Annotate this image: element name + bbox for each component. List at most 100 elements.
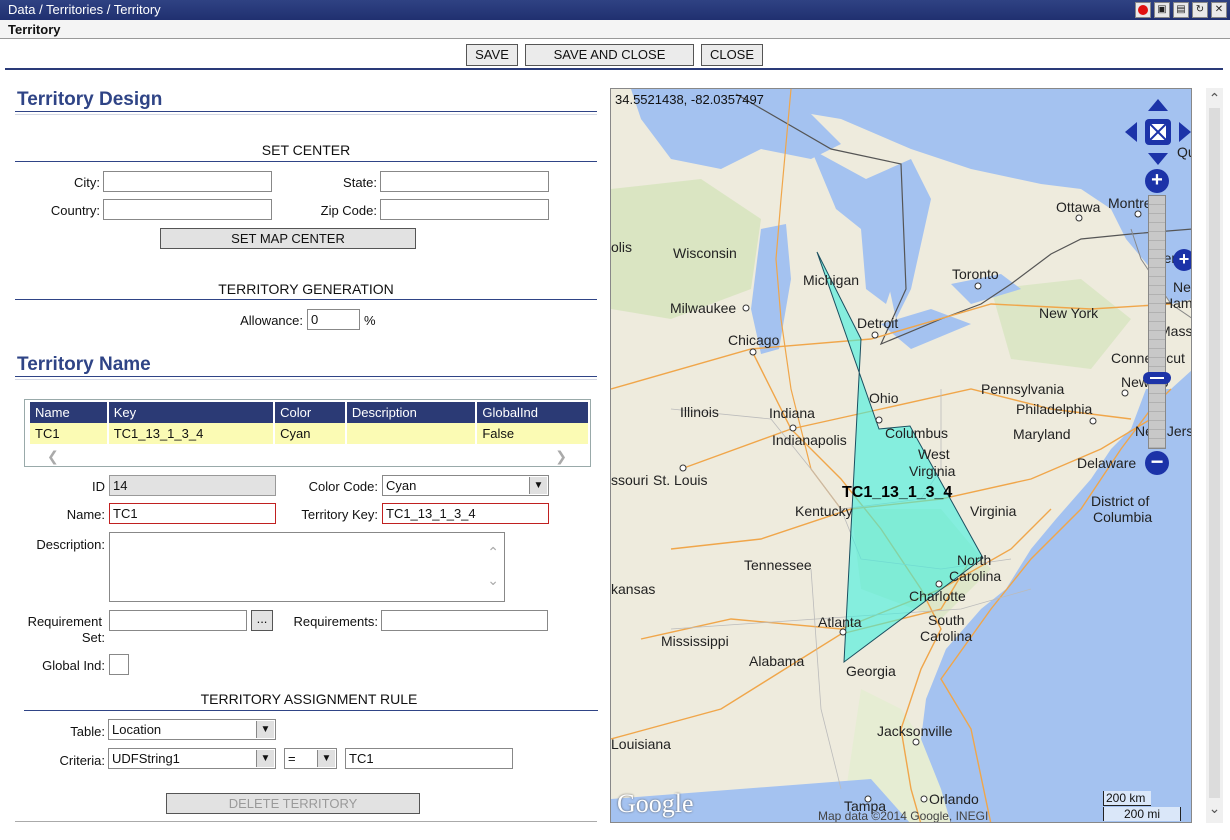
requirements-label: Requirements:	[293, 614, 378, 629]
territory-grid: Name Key Color Description GlobalInd TC1…	[24, 399, 591, 467]
criteria-value-input[interactable]: TC1	[345, 748, 513, 769]
chevron-down-icon[interactable]: ▼	[529, 477, 547, 494]
save-and-close-button[interactable]: SAVE AND CLOSE	[525, 44, 694, 66]
set-map-center-button[interactable]: SET MAP CENTER	[160, 228, 416, 249]
zoom-slider-track[interactable]	[1148, 195, 1166, 449]
coordinate-readout: 34.5521438, -82.0357497	[615, 92, 764, 107]
pan-down-icon	[1148, 153, 1168, 165]
column-header-key[interactable]: Key	[108, 402, 274, 423]
map-label: Mississippi	[661, 633, 729, 649]
close-icon[interactable]: ✕	[1211, 2, 1227, 18]
divider	[15, 299, 597, 300]
zip-code-label: Zip Code:	[320, 203, 377, 218]
allowance-input[interactable]: 0	[307, 309, 360, 330]
expand-icon[interactable]: +	[1173, 249, 1191, 271]
map-label: Ohio	[869, 390, 899, 406]
scale-km: 200 km	[1103, 791, 1151, 806]
chevron-down-icon[interactable]: ⌄	[1206, 800, 1223, 817]
cell-key: TC1_13_1_3_4	[108, 423, 274, 444]
column-header-globalind[interactable]: GlobalInd	[477, 402, 588, 423]
country-label: Country:	[50, 203, 100, 218]
map-label: ssouri	[611, 472, 649, 488]
name-label: Name:	[66, 507, 105, 522]
delete-territory-button[interactable]: DELETE TERRITORY	[166, 793, 420, 814]
map-label: Ottawa	[1056, 199, 1101, 215]
city-input[interactable]	[103, 171, 272, 192]
chevron-down-icon[interactable]: ⌄	[487, 571, 499, 590]
color-code-label: Color Code:	[308, 479, 378, 494]
divider	[15, 114, 597, 115]
territory-map[interactable]: Wisconsin Michigan Milwaukee Chicago Det…	[610, 88, 1192, 823]
close-button[interactable]: CLOSE	[701, 44, 763, 66]
cell-color: Cyan	[275, 423, 345, 444]
requirements-input[interactable]	[381, 610, 548, 631]
table-row[interactable]: TC1 TC1_13_1_3_4 Cyan False	[30, 423, 588, 444]
chevron-left-icon[interactable]: ❮	[47, 448, 59, 465]
record-icon[interactable]	[1135, 2, 1151, 18]
zip-code-input[interactable]	[380, 199, 549, 220]
state-label: State:	[343, 175, 377, 190]
map-label: Delaware	[1077, 455, 1137, 471]
requirement-set-input[interactable]	[109, 610, 247, 631]
scrollbar-thumb[interactable]	[1209, 108, 1220, 798]
pan-control[interactable]	[1123, 97, 1192, 167]
chevron-down-icon[interactable]: ▼	[317, 750, 335, 767]
map-label: Kentucky	[795, 503, 853, 519]
zoom-slider-handle[interactable]	[1143, 372, 1171, 384]
criteria-label: Criteria:	[59, 753, 105, 768]
grid-horizontal-scrollbar[interactable]: ❮ ❯	[47, 448, 567, 465]
color-code-select[interactable]: Cyan ▼	[382, 475, 549, 496]
zoom-in-icon[interactable]: +	[1145, 169, 1169, 193]
map-label: Philadelphia	[1016, 401, 1093, 417]
chevron-right-icon[interactable]: ❯	[555, 448, 567, 465]
chevron-up-icon[interactable]: ⌃	[1206, 90, 1223, 107]
criteria-field-value: UDFString1	[112, 751, 180, 766]
window-controls: ▣ ▤ ↻ ✕	[1135, 2, 1227, 18]
column-header-name[interactable]: Name	[30, 402, 107, 423]
chevron-down-icon[interactable]: ▼	[256, 721, 274, 738]
id-field: 14	[109, 475, 276, 496]
map-label: Milwaukee	[670, 300, 737, 316]
print-icon[interactable]: ▤	[1173, 2, 1189, 18]
country-input[interactable]	[103, 199, 272, 220]
territory-design-heading: Territory Design	[17, 89, 163, 110]
criteria-operator-select[interactable]: = ▼	[284, 748, 337, 769]
set-center-heading: SET CENTER	[261, 142, 351, 158]
map-label: South	[928, 612, 965, 628]
save-icon[interactable]: ▣	[1154, 2, 1170, 18]
divider	[15, 111, 597, 112]
criteria-field-select[interactable]: UDFString1 ▼	[108, 748, 276, 769]
territory-key-input[interactable]: TC1_13_1_3_4	[382, 503, 549, 524]
color-code-value: Cyan	[386, 478, 417, 493]
column-header-color[interactable]: Color	[275, 402, 345, 423]
map-label: kansas	[611, 581, 656, 597]
city-label: City:	[74, 175, 100, 190]
chevron-up-icon[interactable]: ⌃	[487, 543, 499, 562]
column-header-description[interactable]: Description	[346, 402, 476, 423]
divider	[15, 379, 597, 380]
map-label: St. Louis	[653, 472, 708, 488]
page-scrollbar[interactable]: ⌃ ⌄	[1206, 88, 1223, 823]
map-label: Wisconsin	[673, 245, 737, 261]
cell-name: TC1	[30, 423, 107, 444]
map-label: Michigan	[803, 272, 860, 288]
global-ind-checkbox[interactable]	[109, 654, 129, 675]
state-input[interactable]	[380, 171, 549, 192]
save-button[interactable]: SAVE	[466, 44, 518, 66]
google-logo: Google	[617, 789, 694, 818]
divider	[15, 821, 597, 822]
zoom-out-icon[interactable]: −	[1145, 451, 1169, 475]
refresh-icon[interactable]: ↻	[1192, 2, 1208, 18]
page-title: Territory	[0, 20, 1230, 39]
requirement-set-browse-button[interactable]: ...	[251, 610, 273, 631]
description-textarea[interactable]: ⌃ ⌄	[109, 532, 505, 602]
divider	[24, 710, 598, 711]
zoom-control[interactable]: + −	[1143, 169, 1171, 475]
territory-label: TC1_13_1_3_4	[842, 484, 953, 501]
map-label: North	[957, 552, 992, 568]
chevron-down-icon[interactable]: ▼	[256, 750, 274, 767]
table-select[interactable]: Location ▼	[108, 719, 276, 740]
name-input[interactable]: TC1	[109, 503, 276, 524]
map-label: Toronto	[952, 266, 999, 282]
global-ind-label: Global Ind:	[42, 658, 105, 673]
